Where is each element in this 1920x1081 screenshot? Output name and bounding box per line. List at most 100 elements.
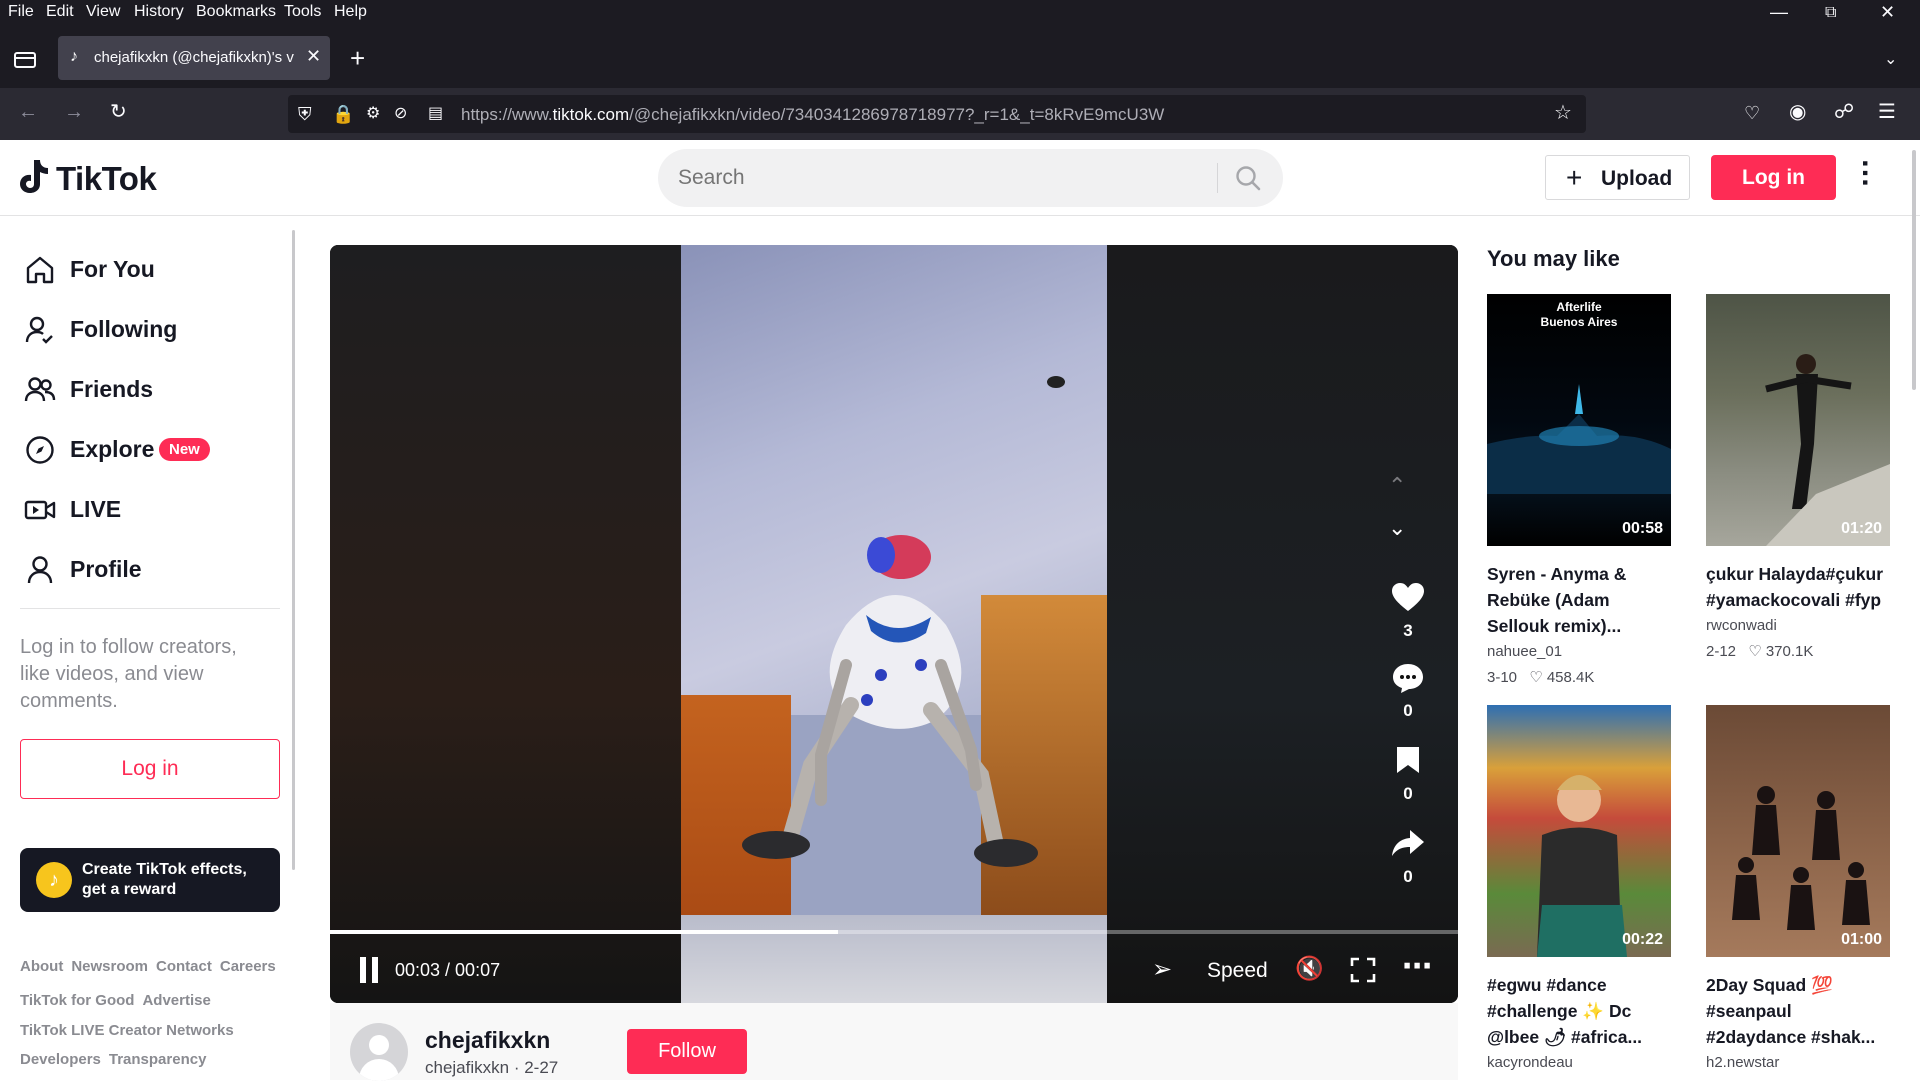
footer-link-about[interactable]: About: [20, 958, 63, 975]
mute-icon[interactable]: 🔇: [1295, 955, 1324, 982]
sidebar: For You Following Friends Explore New LI…: [0, 216, 296, 1080]
page-scrollbar[interactable]: [1912, 150, 1916, 390]
restore-icon[interactable]: ⧉: [1825, 4, 1836, 22]
permissions-icon[interactable]: ⚙: [366, 104, 380, 124]
tracking-icon[interactable]: ⊘: [394, 104, 407, 124]
upload-label: Upload: [1601, 167, 1673, 190]
rec-title[interactable]: #egwu #dance #challenge ✨ Dc @lbee 🌶 #af…: [1487, 972, 1671, 1050]
rec-title[interactable]: 2Day Squad 💯 #seanpaul #2daydance #shak.…: [1706, 972, 1890, 1050]
footer-link-advertise[interactable]: Advertise: [142, 992, 210, 1009]
menu-edit[interactable]: Edit: [46, 3, 74, 21]
more-icon[interactable]: ⋯: [1402, 949, 1432, 984]
rec-likes: 370.1K: [1765, 643, 1814, 660]
like-action[interactable]: 3: [1390, 582, 1426, 641]
reader-icon[interactable]: ▤: [428, 104, 443, 124]
menu-file[interactable]: File: [8, 3, 34, 21]
menu-tools[interactable]: Tools: [284, 3, 321, 21]
rec-thumbnail[interactable]: 01:00: [1706, 705, 1890, 957]
footer-link-tiktok-for-good[interactable]: TikTok for Good: [20, 992, 134, 1009]
compass-icon: [26, 436, 54, 464]
tiktok-favicon-icon: ♪: [70, 48, 78, 65]
next-video-icon[interactable]: ⌄: [1388, 515, 1406, 541]
reload-icon[interactable]: ↻: [110, 102, 127, 122]
logo-text: TikTok: [56, 160, 157, 197]
login-prompt: Log in to follow creators, like videos, …: [20, 636, 237, 712]
rec-thumbnail[interactable]: Afterlife Buenos Aires 00:58: [1487, 294, 1671, 546]
sidebar-item-label: Following: [70, 316, 178, 342]
thumb-art: [1765, 354, 1890, 546]
plus-icon: +: [1566, 162, 1583, 193]
menu-view[interactable]: View: [86, 3, 120, 21]
share-icon: [1392, 830, 1424, 856]
author-handle-date: chejafikxkn · 2-27: [425, 1058, 559, 1077]
browser-menubar: File Edit View History Bookmarks Tools H…: [0, 0, 1920, 28]
browser-tab-active[interactable]: ♪ chejafikxkn (@chejafikxkn)'s vid ✕: [58, 36, 330, 80]
more-options-icon[interactable]: …: [1856, 158, 1889, 188]
lock-icon[interactable]: 🔒: [332, 104, 354, 124]
url-bar[interactable]: ⛨ 🔒 ⚙ ⊘ ▤ https://www.tiktok.com/@chejaf…: [288, 95, 1586, 133]
rec-author[interactable]: rwconwadi: [1706, 617, 1777, 634]
video-player[interactable]: ⌃ ⌄ 00:03 / 00:07 ➢ Speed 🔇 ⋯: [330, 245, 1458, 1003]
back-icon[interactable]: ←: [18, 102, 38, 122]
bookmark-star-icon[interactable]: ☆: [1554, 103, 1572, 123]
close-window-icon[interactable]: ✕: [1880, 2, 1895, 23]
footer-link-contact[interactable]: Contact: [156, 958, 212, 975]
rec-author[interactable]: nahuee_01: [1487, 643, 1562, 660]
account-icon[interactable]: ◉: [1789, 102, 1806, 122]
url-text: https://www.tiktok.com/@chejafikxkn/vide…: [461, 105, 1165, 124]
avatar[interactable]: [350, 1023, 408, 1081]
author-name[interactable]: chejafikxkn: [425, 1027, 550, 1054]
browser-tabbar: ♪ chejafikxkn (@chejafikxkn)'s vid ✕ + ⌄: [0, 28, 1920, 88]
fullscreen-icon[interactable]: [1350, 957, 1376, 983]
footer-link-careers[interactable]: Careers: [220, 958, 276, 975]
login-button-header[interactable]: Log in: [1711, 155, 1836, 200]
heart-outline-icon: ♡: [1529, 669, 1543, 686]
pin-icon[interactable]: ➢: [1152, 955, 1172, 984]
new-tab-icon[interactable]: +: [350, 45, 365, 71]
speed-button[interactable]: Speed: [1207, 959, 1268, 983]
rec-thumbnail[interactable]: 01:20: [1706, 294, 1890, 546]
friends-icon: [24, 377, 56, 402]
previous-video-icon[interactable]: ⌃: [1388, 473, 1406, 499]
profile-icon: [27, 556, 53, 584]
heart-icon: [1392, 583, 1424, 611]
comment-action[interactable]: 0: [1390, 662, 1426, 721]
search-icon[interactable]: [1235, 165, 1261, 191]
menu-history[interactable]: History: [134, 3, 184, 21]
rec-title[interactable]: Syren - Anyma & Rebüke (Adam Sellouk rem…: [1487, 561, 1671, 639]
rec-thumbnail[interactable]: 00:22: [1487, 705, 1671, 957]
save-action[interactable]: 0: [1390, 745, 1426, 804]
forward-icon[interactable]: →: [64, 102, 84, 122]
pause-icon[interactable]: [358, 957, 380, 983]
footer-link-newsroom[interactable]: Newsroom: [71, 958, 148, 975]
heart-outline-icon: ♡: [1748, 643, 1762, 660]
extensions-icon[interactable]: ☍: [1834, 102, 1854, 122]
progress-track[interactable]: [330, 930, 1458, 934]
close-tab-icon[interactable]: ✕: [306, 46, 321, 67]
footer-link-transparency[interactable]: Transparency: [109, 1051, 207, 1068]
thumb-art: [1487, 384, 1671, 494]
menu-bookmarks[interactable]: Bookmarks: [196, 3, 276, 21]
effects-banner[interactable]: ♪ Create TikTok effects, get a reward: [20, 848, 280, 912]
follow-button[interactable]: Follow: [627, 1029, 747, 1074]
rec-title[interactable]: çukur Halayda#çukur #yamackocovali #fyp: [1706, 561, 1890, 613]
minimize-icon[interactable]: —: [1770, 2, 1788, 23]
shield-icon[interactable]: ⛨: [298, 104, 312, 124]
rec-author[interactable]: kacyrondeau: [1487, 1054, 1573, 1071]
upload-button[interactable]: + Upload: [1545, 155, 1690, 200]
menu-help[interactable]: Help: [334, 3, 367, 21]
hamburger-menu-icon[interactable]: ☰: [1878, 102, 1896, 122]
login-button-sidebar[interactable]: Log in: [20, 739, 280, 799]
search-input[interactable]: [678, 163, 1238, 193]
search-box[interactable]: [658, 149, 1283, 207]
save-count: 0: [1403, 784, 1413, 803]
thumb-art: [1732, 786, 1870, 930]
chevron-down-icon[interactable]: ⌄: [1884, 50, 1897, 70]
sidebar-scrollbar[interactable]: [292, 230, 295, 870]
pocket-icon[interactable]: ♡: [1744, 103, 1760, 123]
tab-list-icon[interactable]: [14, 50, 36, 68]
footer-link-live-creator-networks[interactable]: TikTok LIVE Creator Networks: [20, 1022, 234, 1039]
rec-author[interactable]: h2.newstar: [1706, 1054, 1779, 1071]
footer-link-developers[interactable]: Developers: [20, 1051, 101, 1068]
share-action[interactable]: 0: [1390, 828, 1426, 887]
